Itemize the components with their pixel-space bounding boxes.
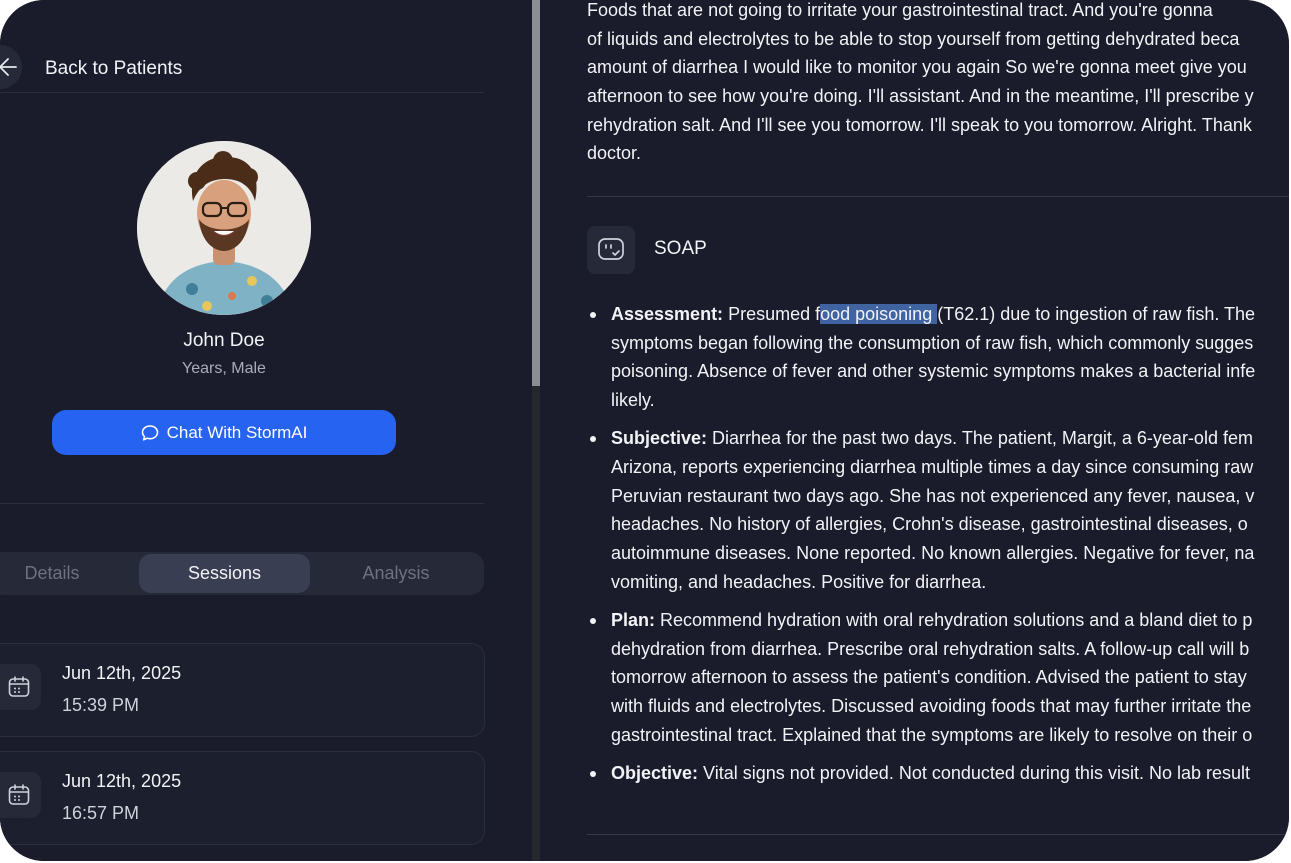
session-item[interactable]: Jun 12th, 2025 15:39 PM bbox=[0, 643, 485, 737]
soap-list: Assessment: Presumed food poisoning (T62… bbox=[587, 300, 1289, 797]
plan-text: dehydration from diarrhea. Prescribe ora… bbox=[611, 638, 1250, 659]
assessment-label: Assessment: bbox=[611, 304, 724, 324]
back-to-patients-label[interactable]: Back to Patients bbox=[45, 58, 182, 80]
assessment-text: likely. bbox=[611, 390, 655, 411]
plan-text: with fluids and electrolytes. Discussed … bbox=[611, 696, 1252, 717]
subjective-text: Peruvian restaurant two days ago. She ha… bbox=[611, 485, 1255, 506]
patient-name: John Doe bbox=[183, 330, 265, 351]
soap-subjective: Subjective: Diarrhea for the past two da… bbox=[587, 424, 1289, 596]
session-date: Jun 12th, 2025 bbox=[62, 771, 182, 791]
session-time: 16:57 PM bbox=[62, 803, 140, 823]
subjective-text: Diarrhea for the past two days. The pati… bbox=[707, 428, 1253, 449]
transcript-line: of liquids and electrolytes to be able t… bbox=[587, 28, 1240, 49]
calendar-icon bbox=[8, 784, 30, 805]
selected-text: ood poisoning bbox=[820, 304, 938, 324]
transcript-line: amount of diarrhea I would like to monit… bbox=[587, 57, 1247, 78]
subjective-text: autoimmune diseases. None reported. No k… bbox=[611, 543, 1255, 564]
app-frame: Back to Patients John Doe Years, Male Ch… bbox=[0, 0, 1289, 861]
session-calendar-badge bbox=[0, 664, 41, 710]
transcript-line: doctor. bbox=[587, 143, 642, 164]
objective-text: Vital signs not provided. Not conducted … bbox=[698, 763, 1250, 784]
session-date: Jun 12th, 2025 bbox=[62, 663, 182, 683]
plan-text: tomorrow afternoon to assess the patient… bbox=[611, 667, 1247, 688]
back-to-patients-link[interactable]: Back to Patients bbox=[0, 45, 484, 93]
session-item[interactable]: Jun 12th, 2025 16:57 PM bbox=[0, 751, 485, 845]
divider bbox=[0, 503, 484, 504]
patient-meta: Years, Male bbox=[182, 360, 266, 377]
objective-label: Objective: bbox=[611, 763, 699, 784]
transcript-line: rehydration salt. And I'll see you tomor… bbox=[587, 114, 1252, 135]
back-arrow-icon[interactable] bbox=[0, 56, 18, 78]
session-time: 15:39 PM bbox=[62, 695, 140, 715]
session-calendar-badge bbox=[0, 772, 41, 818]
subjective-text: vomiting, and headaches. Positive for di… bbox=[611, 571, 987, 592]
subjective-label: Subjective: bbox=[611, 428, 708, 449]
patient-sidebar: Back to Patients John Doe Years, Male Ch… bbox=[0, 0, 532, 861]
session-content: Foods that are not going to irritate you… bbox=[540, 0, 1289, 861]
patient-avatar bbox=[137, 141, 311, 315]
soap-objective: Objective: Vital signs not provided. Not… bbox=[587, 759, 1289, 788]
sidebar-scrollbar-thumb[interactable] bbox=[532, 0, 540, 386]
soap-title: SOAP bbox=[654, 238, 707, 259]
soap-plan: Plan: Recommend hydration with oral rehy… bbox=[587, 606, 1289, 750]
soap-assessment: Assessment: Presumed food poisoning (T62… bbox=[587, 300, 1289, 415]
plan-text: gastrointestinal tract. Explained that t… bbox=[611, 724, 1253, 745]
session-tabs: Details Sessions Analysis bbox=[0, 552, 484, 595]
tab-analysis[interactable]: Analysis bbox=[320, 554, 472, 593]
divider bbox=[587, 834, 1289, 835]
soap-badge bbox=[587, 226, 635, 274]
assessment-text: Presumed f bbox=[723, 304, 821, 324]
tab-details[interactable]: Details bbox=[0, 554, 114, 593]
assessment-text: (T62.1) due to ingestion of raw fish. Th… bbox=[937, 304, 1256, 324]
divider bbox=[587, 196, 1289, 197]
transcript-line: afternoon to see how you're doing. I'll … bbox=[587, 86, 1254, 107]
calendar-icon bbox=[8, 676, 30, 697]
tab-sessions[interactable]: Sessions bbox=[139, 554, 310, 593]
assessment-text: symptoms began following the consumption… bbox=[611, 332, 1254, 353]
plan-text: Recommend hydration with oral rehydratio… bbox=[655, 610, 1253, 631]
transcript-text: Foods that are not going to irritate you… bbox=[587, 0, 1289, 168]
assessment-text: poisoning. Absence of fever and other sy… bbox=[611, 361, 1256, 382]
soap-note-icon bbox=[598, 238, 624, 260]
transcript-line: Foods that are not going to irritate you… bbox=[587, 0, 1213, 20]
chat-bubble-icon bbox=[141, 424, 158, 441]
chat-with-stormai-button[interactable]: Chat With StormAI bbox=[52, 410, 396, 455]
chat-button-label: Chat With StormAI bbox=[166, 422, 308, 442]
subjective-text: Arizona, reports experiencing diarrhea m… bbox=[611, 457, 1254, 478]
plan-label: Plan: bbox=[611, 610, 656, 631]
subjective-text: headaches. No history of allergies, Croh… bbox=[611, 514, 1248, 535]
